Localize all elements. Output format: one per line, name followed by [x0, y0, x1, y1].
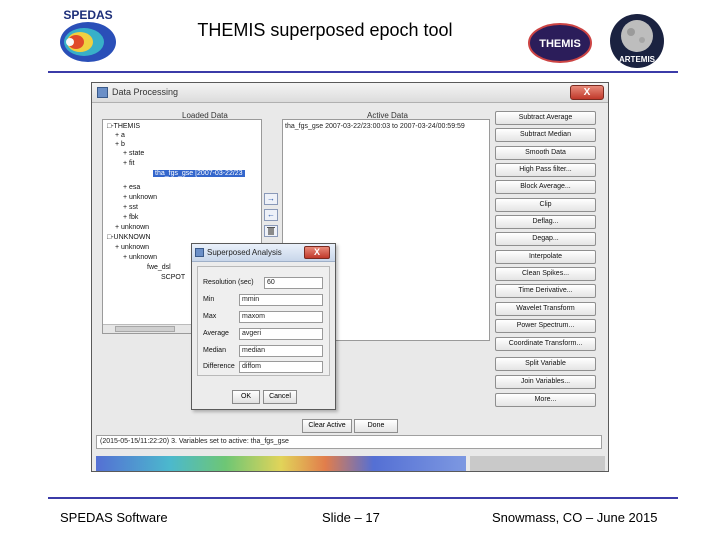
footer-left: SPEDAS Software — [60, 510, 168, 525]
average-label: Average — [203, 330, 229, 337]
median-field[interactable]: median — [239, 345, 323, 357]
block-average-button[interactable]: Block Average... — [495, 180, 596, 194]
scrollbar-thumb[interactable] — [115, 326, 175, 332]
tree-item[interactable]: □-THEMIS — [107, 123, 140, 130]
themis-logo: THEMIS — [528, 23, 592, 63]
trash-icon[interactable] — [264, 225, 278, 237]
clean-spikes-button[interactable]: Clean Spikes... — [495, 267, 596, 281]
interpolate-button[interactable]: Interpolate — [495, 250, 596, 264]
tree-item[interactable]: + a — [115, 132, 125, 139]
wavelet-transform-button[interactable]: Wavelet Transform — [495, 302, 596, 316]
status-bar: (2015-05-15/11:22:20) 3. Variables set t… — [96, 435, 602, 449]
resolution-label: Resolution (sec) — [203, 279, 254, 286]
tree-item[interactable]: SCPOT — [161, 274, 185, 281]
dialog-title: Superposed Analysis — [207, 248, 282, 257]
tree-item[interactable]: + fit — [123, 160, 134, 167]
more-button[interactable]: More... — [495, 393, 596, 407]
clip-button[interactable]: Clip — [495, 198, 596, 212]
tree-item[interactable]: + esa — [123, 184, 140, 191]
tree-item[interactable]: fwe_dsl — [147, 264, 171, 271]
footer-slide-number: Slide – 17 — [322, 510, 380, 525]
smooth-data-button[interactable]: Smooth Data — [495, 146, 596, 160]
superposed-analysis-dialog: Superposed Analysis X Resolution (sec) 6… — [191, 243, 336, 410]
subtract-average-button[interactable]: Subtract Average — [495, 111, 596, 125]
window-titlebar[interactable]: Data Processing X — [92, 83, 608, 103]
window-close-button[interactable]: X — [570, 85, 604, 100]
tree-item[interactable]: + state — [123, 150, 144, 157]
power-spectrum-button[interactable]: Power Spectrum... — [495, 319, 596, 333]
difference-label: Difference — [203, 363, 235, 370]
dialog-close-button[interactable]: X — [304, 246, 330, 259]
join-variables-button[interactable]: Join Variables... — [495, 375, 596, 389]
spedas-logo: SPEDAS — [60, 8, 116, 62]
dialog-fields-panel: Resolution (sec) 60 Min mmin Max maxom A… — [197, 266, 330, 376]
active-data-item[interactable]: tha_fgs_gse 2007-03-22/23:00:03 to 2007-… — [285, 123, 465, 130]
min-field[interactable]: mmin — [239, 294, 323, 306]
data-processing-window: Data Processing X Loaded Data Active Dat… — [91, 82, 609, 472]
footer-rule — [48, 497, 678, 499]
min-label: Min — [203, 296, 215, 303]
artemis-logo-text: ARTEMIS — [619, 55, 656, 64]
ok-button[interactable]: OK — [232, 390, 260, 404]
done-button[interactable]: Done — [354, 419, 398, 433]
add-to-active-button[interactable]: → — [264, 193, 278, 205]
split-variable-button[interactable]: Split Variable — [495, 357, 596, 371]
tree-item-selected[interactable]: tha_fgs_gse [2007-03-22/23 — [153, 170, 245, 177]
deflag-button[interactable]: Deflag... — [495, 215, 596, 229]
degap-button[interactable]: Degap... — [495, 232, 596, 246]
header-rule — [48, 71, 678, 73]
max-field[interactable]: maxom — [239, 311, 323, 323]
time-derivative-button[interactable]: Time Derivative... — [495, 284, 596, 298]
tree-item[interactable]: + unknown — [115, 224, 149, 231]
median-label: Median — [203, 347, 226, 354]
high-pass-filter-button[interactable]: High Pass filter... — [495, 163, 596, 177]
window-title: Data Processing — [112, 87, 179, 97]
dialog-titlebar[interactable]: Superposed Analysis X — [192, 244, 335, 262]
background-plot-gray — [470, 456, 605, 471]
dialog-icon — [195, 248, 204, 257]
slide-title: THEMIS superposed epoch tool — [197, 20, 453, 40]
tree-item[interactable]: □-UNKNOWN — [107, 234, 151, 241]
tree-item[interactable]: + unknown — [123, 254, 157, 261]
tree-item[interactable]: + sst — [123, 204, 138, 211]
tree-item[interactable]: + unknown — [115, 244, 149, 251]
coordinate-transform-button[interactable]: Coordinate Transform... — [495, 337, 596, 351]
themis-logo-text: THEMIS — [539, 38, 581, 50]
subtract-median-button[interactable]: Subtract Median — [495, 128, 596, 142]
max-label: Max — [203, 313, 217, 320]
difference-field[interactable]: diffom — [239, 361, 323, 373]
tree-item[interactable]: + unknown — [123, 194, 157, 201]
artemis-logo: ARTEMIS — [610, 14, 664, 68]
cancel-button[interactable]: Cancel — [263, 390, 297, 404]
average-field[interactable]: avgeri — [239, 328, 323, 340]
footer-right: Snowmass, CO – June 2015 — [492, 510, 658, 525]
tree-item[interactable]: + fbk — [123, 214, 138, 221]
resolution-field[interactable]: 60 — [264, 277, 323, 289]
background-plot-strip — [96, 456, 466, 471]
clear-active-button[interactable]: Clear Active — [302, 419, 352, 433]
tree-item[interactable]: + b — [115, 141, 125, 148]
spedas-logo-text: SPEDAS — [63, 8, 112, 22]
app-icon — [97, 87, 108, 98]
remove-from-active-button[interactable]: ← — [264, 209, 278, 221]
